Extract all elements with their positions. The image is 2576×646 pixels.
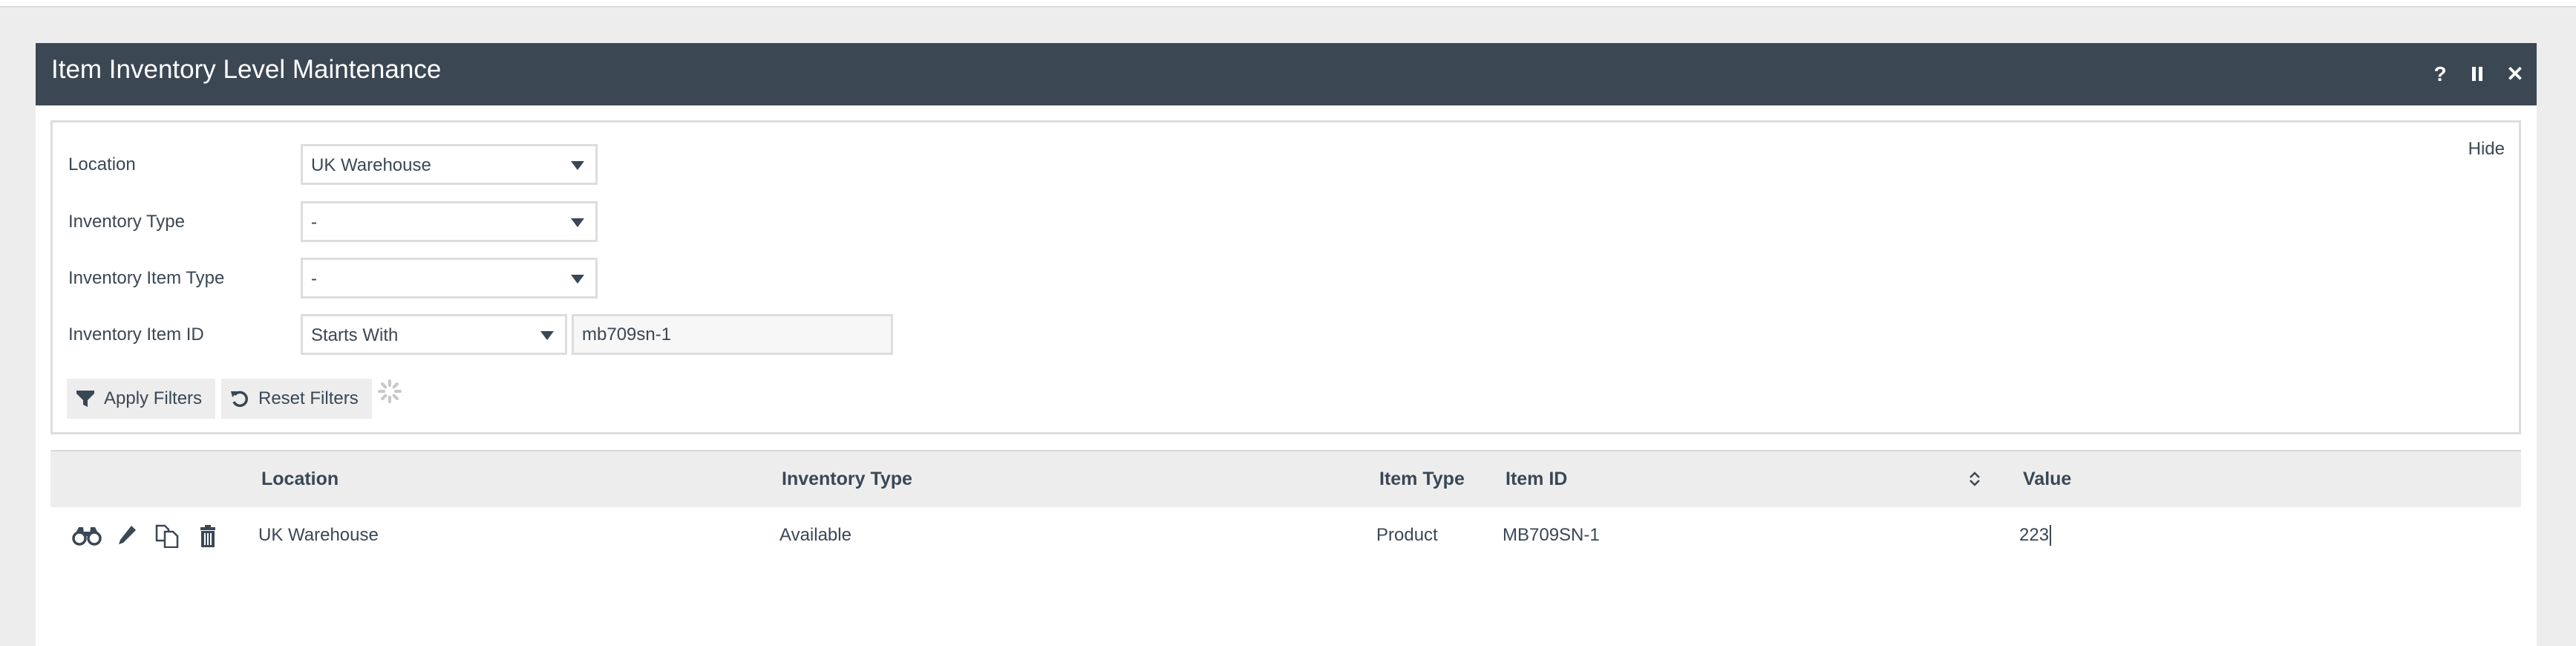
apply-filters-button[interactable]: Apply Filters: [67, 379, 215, 419]
location-label: Location: [68, 154, 136, 174]
binoculars-icon[interactable]: [72, 524, 102, 547]
inventory-level-window: Item Inventory Level Maintenance ? ✕ Hid…: [36, 43, 2537, 646]
filter-row-inventory-item-id: Inventory Item ID Starts With: [53, 314, 2519, 355]
loading-spinner-icon: [378, 379, 402, 403]
dropdown-arrow-icon: [571, 161, 584, 170]
cell-item-type: Product: [1376, 525, 1438, 545]
column-header-item-type[interactable]: Item Type: [1379, 468, 1465, 490]
dropdown-arrow-icon: [571, 218, 584, 227]
inventory-type-select[interactable]: -: [301, 201, 598, 242]
location-select[interactable]: UK Warehouse: [301, 144, 598, 185]
inventory-type-label: Inventory Type: [68, 212, 185, 232]
edit-pencil-icon[interactable]: [117, 524, 137, 547]
window-titlebar: Item Inventory Level Maintenance ? ✕: [36, 43, 2537, 105]
column-header-value[interactable]: Value: [2023, 468, 2071, 490]
item-id-input[interactable]: [572, 314, 893, 355]
column-header-inventory-type[interactable]: Inventory Type: [782, 468, 912, 490]
window-title: Item Inventory Level Maintenance: [51, 55, 442, 84]
column-header-location[interactable]: Location: [261, 468, 339, 490]
cell-item-id: MB709SN-1: [1503, 525, 1600, 545]
filter-panel: Hide Location UK Warehouse Inventory Typ…: [50, 120, 2521, 434]
item-id-operator-value: Starts With: [311, 325, 399, 345]
inventory-item-type-select[interactable]: -: [301, 258, 598, 298]
location-select-value: UK Warehouse: [311, 155, 431, 175]
filter-row-location: Location UK Warehouse: [53, 144, 2519, 185]
copy-icon[interactable]: [155, 524, 180, 548]
inventory-item-type-label: Inventory Item Type: [68, 268, 225, 288]
reset-filters-button[interactable]: Reset Filters: [221, 379, 372, 419]
close-icon[interactable]: ✕: [2505, 62, 2525, 86]
inventory-item-id-label: Inventory Item ID: [68, 324, 204, 345]
apply-filters-label: Apply Filters: [104, 388, 203, 408]
dropdown-arrow-icon: [540, 331, 554, 340]
filter-row-inventory-item-type: Inventory Item Type -: [53, 258, 2519, 298]
cell-value[interactable]: 223: [2019, 525, 2049, 545]
trash-icon[interactable]: [200, 524, 216, 548]
dropdown-arrow-icon: [571, 275, 584, 284]
column-header-item-id[interactable]: Item ID: [1506, 468, 1567, 490]
sort-icon[interactable]: [1967, 470, 1982, 488]
text-caret: [2050, 525, 2052, 546]
reset-filters-label: Reset Filters: [258, 388, 359, 408]
cell-value-editor[interactable]: 223: [2019, 525, 2052, 546]
filter-icon: [76, 391, 94, 407]
table-row: UK Warehouse Available Product MB709SN-1…: [50, 507, 2521, 564]
inventory-item-type-select-value: -: [311, 269, 317, 289]
table-header: Location Inventory Type Item Type Item I…: [50, 450, 2521, 507]
browser-top-strip: [0, 0, 2576, 7]
reset-icon: [231, 391, 248, 408]
inventory-table: Location Inventory Type Item Type Item I…: [50, 450, 2521, 564]
inventory-type-select-value: -: [311, 212, 317, 232]
item-id-operator-select[interactable]: Starts With: [301, 314, 567, 355]
help-icon[interactable]: ?: [2432, 62, 2448, 86]
cell-inventory-type: Available: [779, 525, 851, 545]
cell-location: UK Warehouse: [258, 525, 379, 545]
filter-row-inventory-type: Inventory Type -: [53, 201, 2519, 242]
pause-icon[interactable]: [2469, 62, 2485, 86]
